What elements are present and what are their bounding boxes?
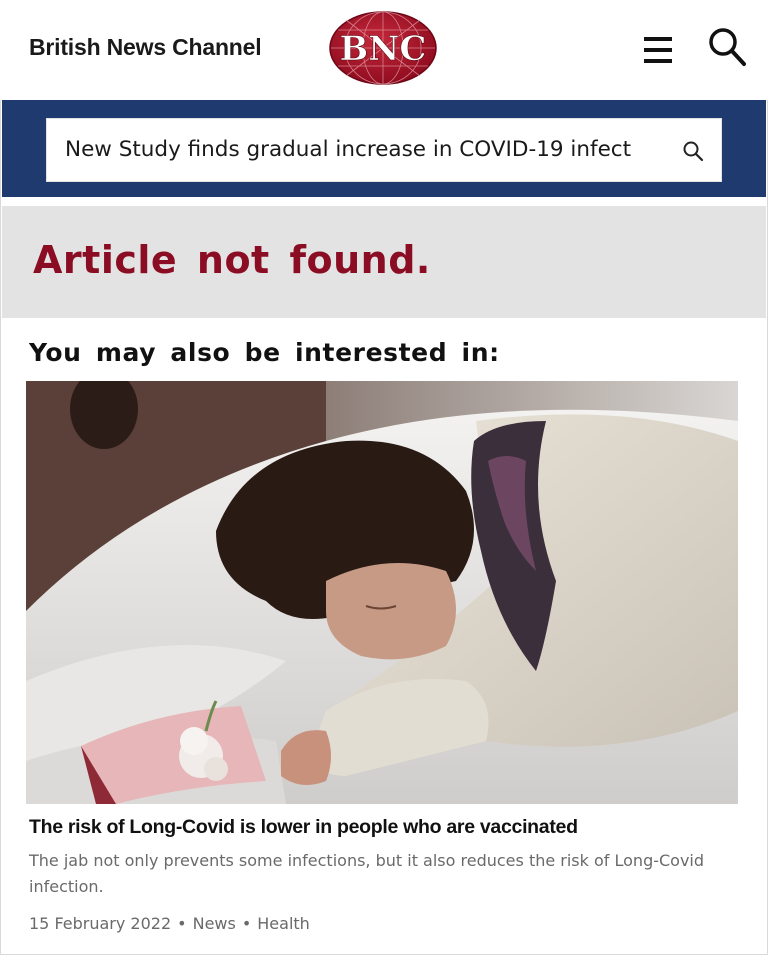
meta-separator: • (177, 914, 187, 933)
search-submit-icon[interactable] (681, 139, 705, 163)
article-meta: 15 February 2022 • News • Health (29, 914, 310, 933)
article-date: 15 February 2022 (29, 914, 172, 933)
article-category[interactable]: Health (257, 914, 310, 933)
search-input[interactable] (65, 119, 655, 181)
search-band (2, 100, 766, 197)
logo-text: BNC (340, 29, 427, 69)
bnc-logo[interactable]: BNC (328, 10, 438, 86)
search-box (46, 118, 722, 182)
not-found-title: Article not found. (33, 238, 431, 282)
site-name[interactable]: British News Channel (29, 34, 262, 61)
article-summary: The jab not only prevents some infection… (29, 851, 705, 896)
search-icon[interactable] (706, 26, 748, 68)
not-found-banner: Article not found. (2, 206, 766, 318)
article-section[interactable]: News (193, 914, 236, 933)
article-title-link[interactable]: The risk of Long-Covid is lower in peopl… (29, 816, 749, 839)
hamburger-menu-icon[interactable] (642, 35, 676, 65)
meta-separator: • (241, 914, 252, 933)
related-heading: You may also be interested in: (29, 338, 500, 367)
article-image[interactable] (26, 381, 738, 804)
site-header: British News Channel BNC (0, 0, 768, 100)
